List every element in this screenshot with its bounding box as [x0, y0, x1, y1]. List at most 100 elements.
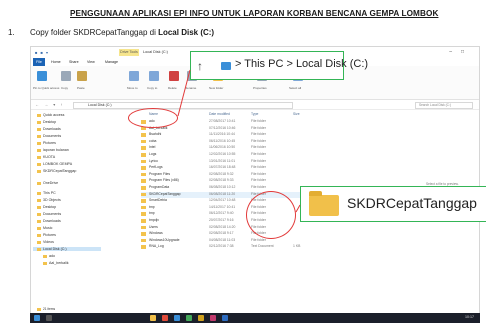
move-to-icon[interactable] — [129, 71, 139, 81]
search-icon[interactable] — [46, 315, 52, 321]
tab-view[interactable]: View — [87, 60, 95, 64]
table-row[interactable]: Program Files 02/08/2018 9:32 File folder — [141, 172, 371, 178]
file-name: Windows10Upgrade — [149, 237, 180, 242]
app-icon[interactable] — [186, 315, 192, 321]
navigation-pane: Quick access Desktop Downloads Documents… — [31, 111, 107, 316]
nav-item[interactable]: Desktop — [37, 120, 56, 124]
folder-icon — [141, 199, 146, 203]
file-date: 27/08/2017 10:41 — [209, 119, 236, 123]
highlight-oval-address — [128, 108, 178, 128]
nav-item-local-disk[interactable]: Local Disk (C:) — [33, 247, 101, 251]
file-name: Bsahdhi — [149, 132, 162, 137]
folder-zoom-name: SKDRCepatTanggap — [347, 195, 477, 211]
column-header-date[interactable]: Date modified — [209, 112, 230, 116]
file-name: ProgramData — [149, 185, 170, 189]
tab-manage[interactable]: Manage — [105, 60, 118, 64]
copy-to-icon[interactable] — [149, 71, 159, 81]
ribbon-label: Copy — [61, 86, 69, 90]
table-row[interactable]: RNA_Log 02/12/2016 7:38 Text Document 1 KB — [141, 244, 371, 250]
ribbon-label: Properties — [253, 86, 267, 90]
file-date: 02/12/2016 7:38 — [209, 244, 234, 249]
file-date: 12/04/2017 10:48 — [209, 198, 236, 203]
nav-item[interactable]: Aal_berkalik — [43, 261, 69, 265]
nav-item[interactable]: This PC — [37, 191, 56, 195]
table-row[interactable]: Intel 11/06/2016 10:50 File folder — [141, 145, 371, 151]
file-name: tmp — [149, 211, 155, 216]
file-date: 16/07/2016 18:48 — [209, 165, 236, 170]
start-icon[interactable] — [34, 315, 40, 321]
folder-icon — [141, 238, 146, 243]
app-icon[interactable] — [210, 315, 216, 321]
folder-zoom-callout: SKDRCepatTanggap — [300, 186, 486, 222]
step-text: Copy folder SKDRCepatTanggap di — [30, 28, 159, 37]
window-controls[interactable]: –□ — [449, 49, 473, 55]
copy-icon[interactable] — [61, 71, 71, 81]
ribbon-label: Rename — [185, 86, 197, 90]
file-date: 02/08/2018 9:32 — [209, 171, 234, 176]
nav-item[interactable]: Documents — [37, 134, 61, 138]
file-type: File folder — [251, 185, 266, 189]
table-row[interactable]: Windows10Upgrade 04/08/2018 11:03 File fol… — [141, 238, 371, 244]
table-row[interactable]: coba 06/11/2016 10:45 File folder — [141, 139, 371, 145]
app-icon[interactable] — [174, 315, 180, 321]
app-icon[interactable] — [162, 315, 168, 321]
table-row[interactable]: Logs 12/02/2016 10:55 File folder — [141, 152, 371, 158]
ribbon-label: Delete — [168, 86, 177, 90]
file-type: File folder — [251, 132, 266, 137]
status-bar: 21 items — [37, 307, 55, 311]
address-bar[interactable]: Local Disk (C:) — [73, 102, 293, 109]
nav-item[interactable]: laporan bulanan — [37, 148, 69, 152]
file-explorer-icon[interactable] — [150, 315, 156, 321]
pin-icon[interactable] — [37, 71, 47, 81]
tab-share[interactable]: Share — [69, 60, 79, 64]
search-input[interactable]: Search Local Disk (C:) — [415, 102, 473, 109]
tab-home[interactable]: Home — [51, 60, 61, 64]
nav-item[interactable]: Pictures — [37, 233, 56, 237]
nav-item[interactable]: Downloads — [37, 219, 61, 223]
file-type: Text Document — [251, 244, 274, 249]
step-number: 1. — [8, 28, 15, 37]
drive-tools-tab[interactable]: Drive Tools — [119, 49, 139, 56]
step-target-drive: Local Disk (C:) — [158, 28, 215, 37]
file-type: File folder — [251, 158, 266, 163]
table-row[interactable]: Aal_berkalik 07/12/2016 10:46 File folder — [141, 126, 371, 132]
highlight-oval-folder — [246, 191, 296, 239]
folder-icon — [141, 179, 146, 183]
table-row[interactable]: Program Files (x86) 02/08/2018 9:33 File f… — [141, 178, 371, 184]
explorer-screenshot: ■ ■ ▾ Drive Tools Local Disk (C:) –□ Fil… — [30, 46, 480, 323]
table-row[interactable]: Bsahdhi 11/11/2016 10:44 File folder — [141, 132, 371, 138]
nav-item[interactable]: ado — [43, 254, 55, 258]
folder-icon — [141, 219, 146, 223]
column-header-type[interactable]: Type — [251, 112, 258, 116]
app-icon[interactable] — [222, 315, 228, 321]
nav-item[interactable]: LOMBOK GEMPA — [37, 162, 72, 166]
app-icon[interactable] — [198, 315, 204, 321]
nav-item[interactable]: SKDRCepatTanggap — [37, 169, 76, 173]
quick-access-toolbar-icon[interactable]: ■ ■ ▾ — [35, 50, 49, 55]
table-row[interactable]: Lyrico 13/01/2016 11:01 File folder — [141, 159, 371, 165]
nav-item[interactable]: Documents — [37, 212, 61, 216]
file-name: Intel — [149, 145, 156, 150]
nav-item[interactable]: OneDrive — [37, 181, 58, 185]
folder-icon — [141, 225, 146, 230]
table-row[interactable]: PerfLogs 16/07/2016 18:48 File folder — [141, 165, 371, 171]
file-type: File folder — [251, 165, 266, 170]
nav-item[interactable]: Quick access — [37, 113, 64, 117]
tab-file[interactable]: File — [33, 58, 45, 66]
step-instruction: 1. Copy folder SKDRCepatTanggap di Local … — [8, 28, 214, 37]
back-forward-icon[interactable]: ← → ▾ ↑ — [35, 102, 64, 107]
nav-item[interactable]: Videos — [37, 240, 54, 244]
delete-icon[interactable] — [169, 71, 179, 81]
nav-item[interactable]: Pictures — [37, 141, 56, 145]
nav-item[interactable]: 3D Objects — [37, 198, 61, 202]
file-name: Windows — [149, 231, 163, 236]
folder-icon — [141, 192, 146, 197]
nav-item[interactable]: Music — [37, 226, 52, 230]
nav-item[interactable]: KUOTA — [37, 155, 55, 159]
nav-item[interactable]: Downloads — [37, 127, 61, 131]
ribbon-label: New folder — [209, 86, 224, 90]
nav-item[interactable]: Desktop — [37, 205, 56, 209]
column-header-size[interactable]: Size — [293, 112, 300, 116]
ribbon-label: Copy to — [147, 86, 158, 90]
paste-icon[interactable] — [77, 71, 87, 81]
